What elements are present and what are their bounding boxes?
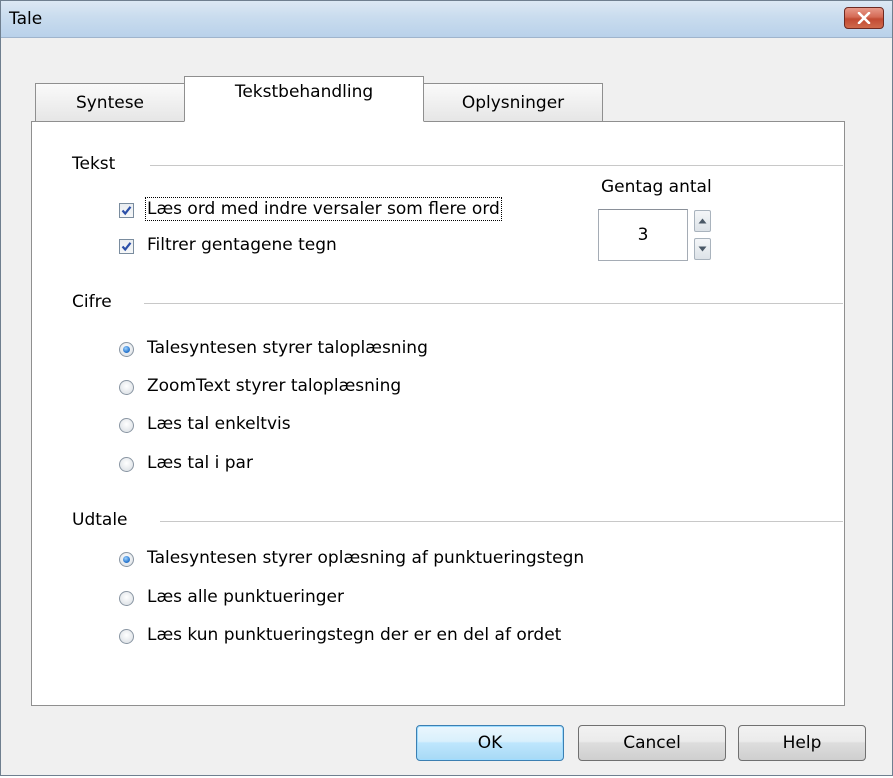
radio-label: ZoomText styrer taloplæsning xyxy=(147,376,402,396)
checkbox-label: Læs ord med indre versaler som flere ord xyxy=(145,197,502,221)
group-heading-cifre: Cifre xyxy=(72,292,112,312)
group-divider xyxy=(150,165,843,166)
tab-panel: Tekst Læs ord med indre versaler som fle… xyxy=(31,121,845,706)
radio-digits-single[interactable] xyxy=(119,418,134,433)
repeat-count-value: 3 xyxy=(637,225,649,245)
radio-zoomtext-numbers[interactable] xyxy=(119,380,134,395)
radio-word-punctuation[interactable] xyxy=(119,629,134,644)
radio-label: Talesyntesen styrer oplæsning af punktue… xyxy=(147,548,585,568)
checkbox-filter-repeated[interactable] xyxy=(119,239,134,254)
radio-all-punctuation[interactable] xyxy=(119,591,134,606)
repeat-count-label: Gentag antal xyxy=(601,177,712,197)
spin-down-button[interactable] xyxy=(694,238,711,260)
group-divider xyxy=(144,303,843,304)
spin-down-icon xyxy=(698,246,707,252)
tab-label: Tekstbehandling xyxy=(234,82,374,102)
radio-label: Talesyntesen styrer taloplæsning xyxy=(147,338,428,358)
radio-label: Læs tal enkeltvis xyxy=(147,414,291,434)
group-heading-tekst: Tekst xyxy=(72,154,116,174)
radio-label: Læs tal i par xyxy=(147,453,253,473)
radio-digits-pairs[interactable] xyxy=(119,457,134,472)
tab-tekstbehandling[interactable]: Tekstbehandling xyxy=(184,76,424,122)
checkbox-inner-capitals[interactable] xyxy=(119,203,134,218)
radio-label: Læs alle punktueringer xyxy=(147,587,344,607)
spin-up-button[interactable] xyxy=(694,210,711,232)
group-divider xyxy=(160,521,843,522)
dialog-window: Tale Syntese Tekstbehandling Oplysninger… xyxy=(0,0,893,776)
radio-label: Læs kun punktueringstegn der er en del a… xyxy=(147,625,562,645)
group-heading-udtale: Udtale xyxy=(72,510,128,530)
radio-synth-numbers[interactable] xyxy=(119,342,134,357)
spin-up-icon xyxy=(698,218,707,224)
repeat-count-input[interactable]: 3 xyxy=(598,209,688,261)
checkbox-label: Filtrer gentagene tegn xyxy=(147,235,337,255)
radio-synth-punctuation[interactable] xyxy=(119,552,134,567)
checkmark-icon xyxy=(121,242,132,252)
checkmark-icon xyxy=(121,206,132,216)
